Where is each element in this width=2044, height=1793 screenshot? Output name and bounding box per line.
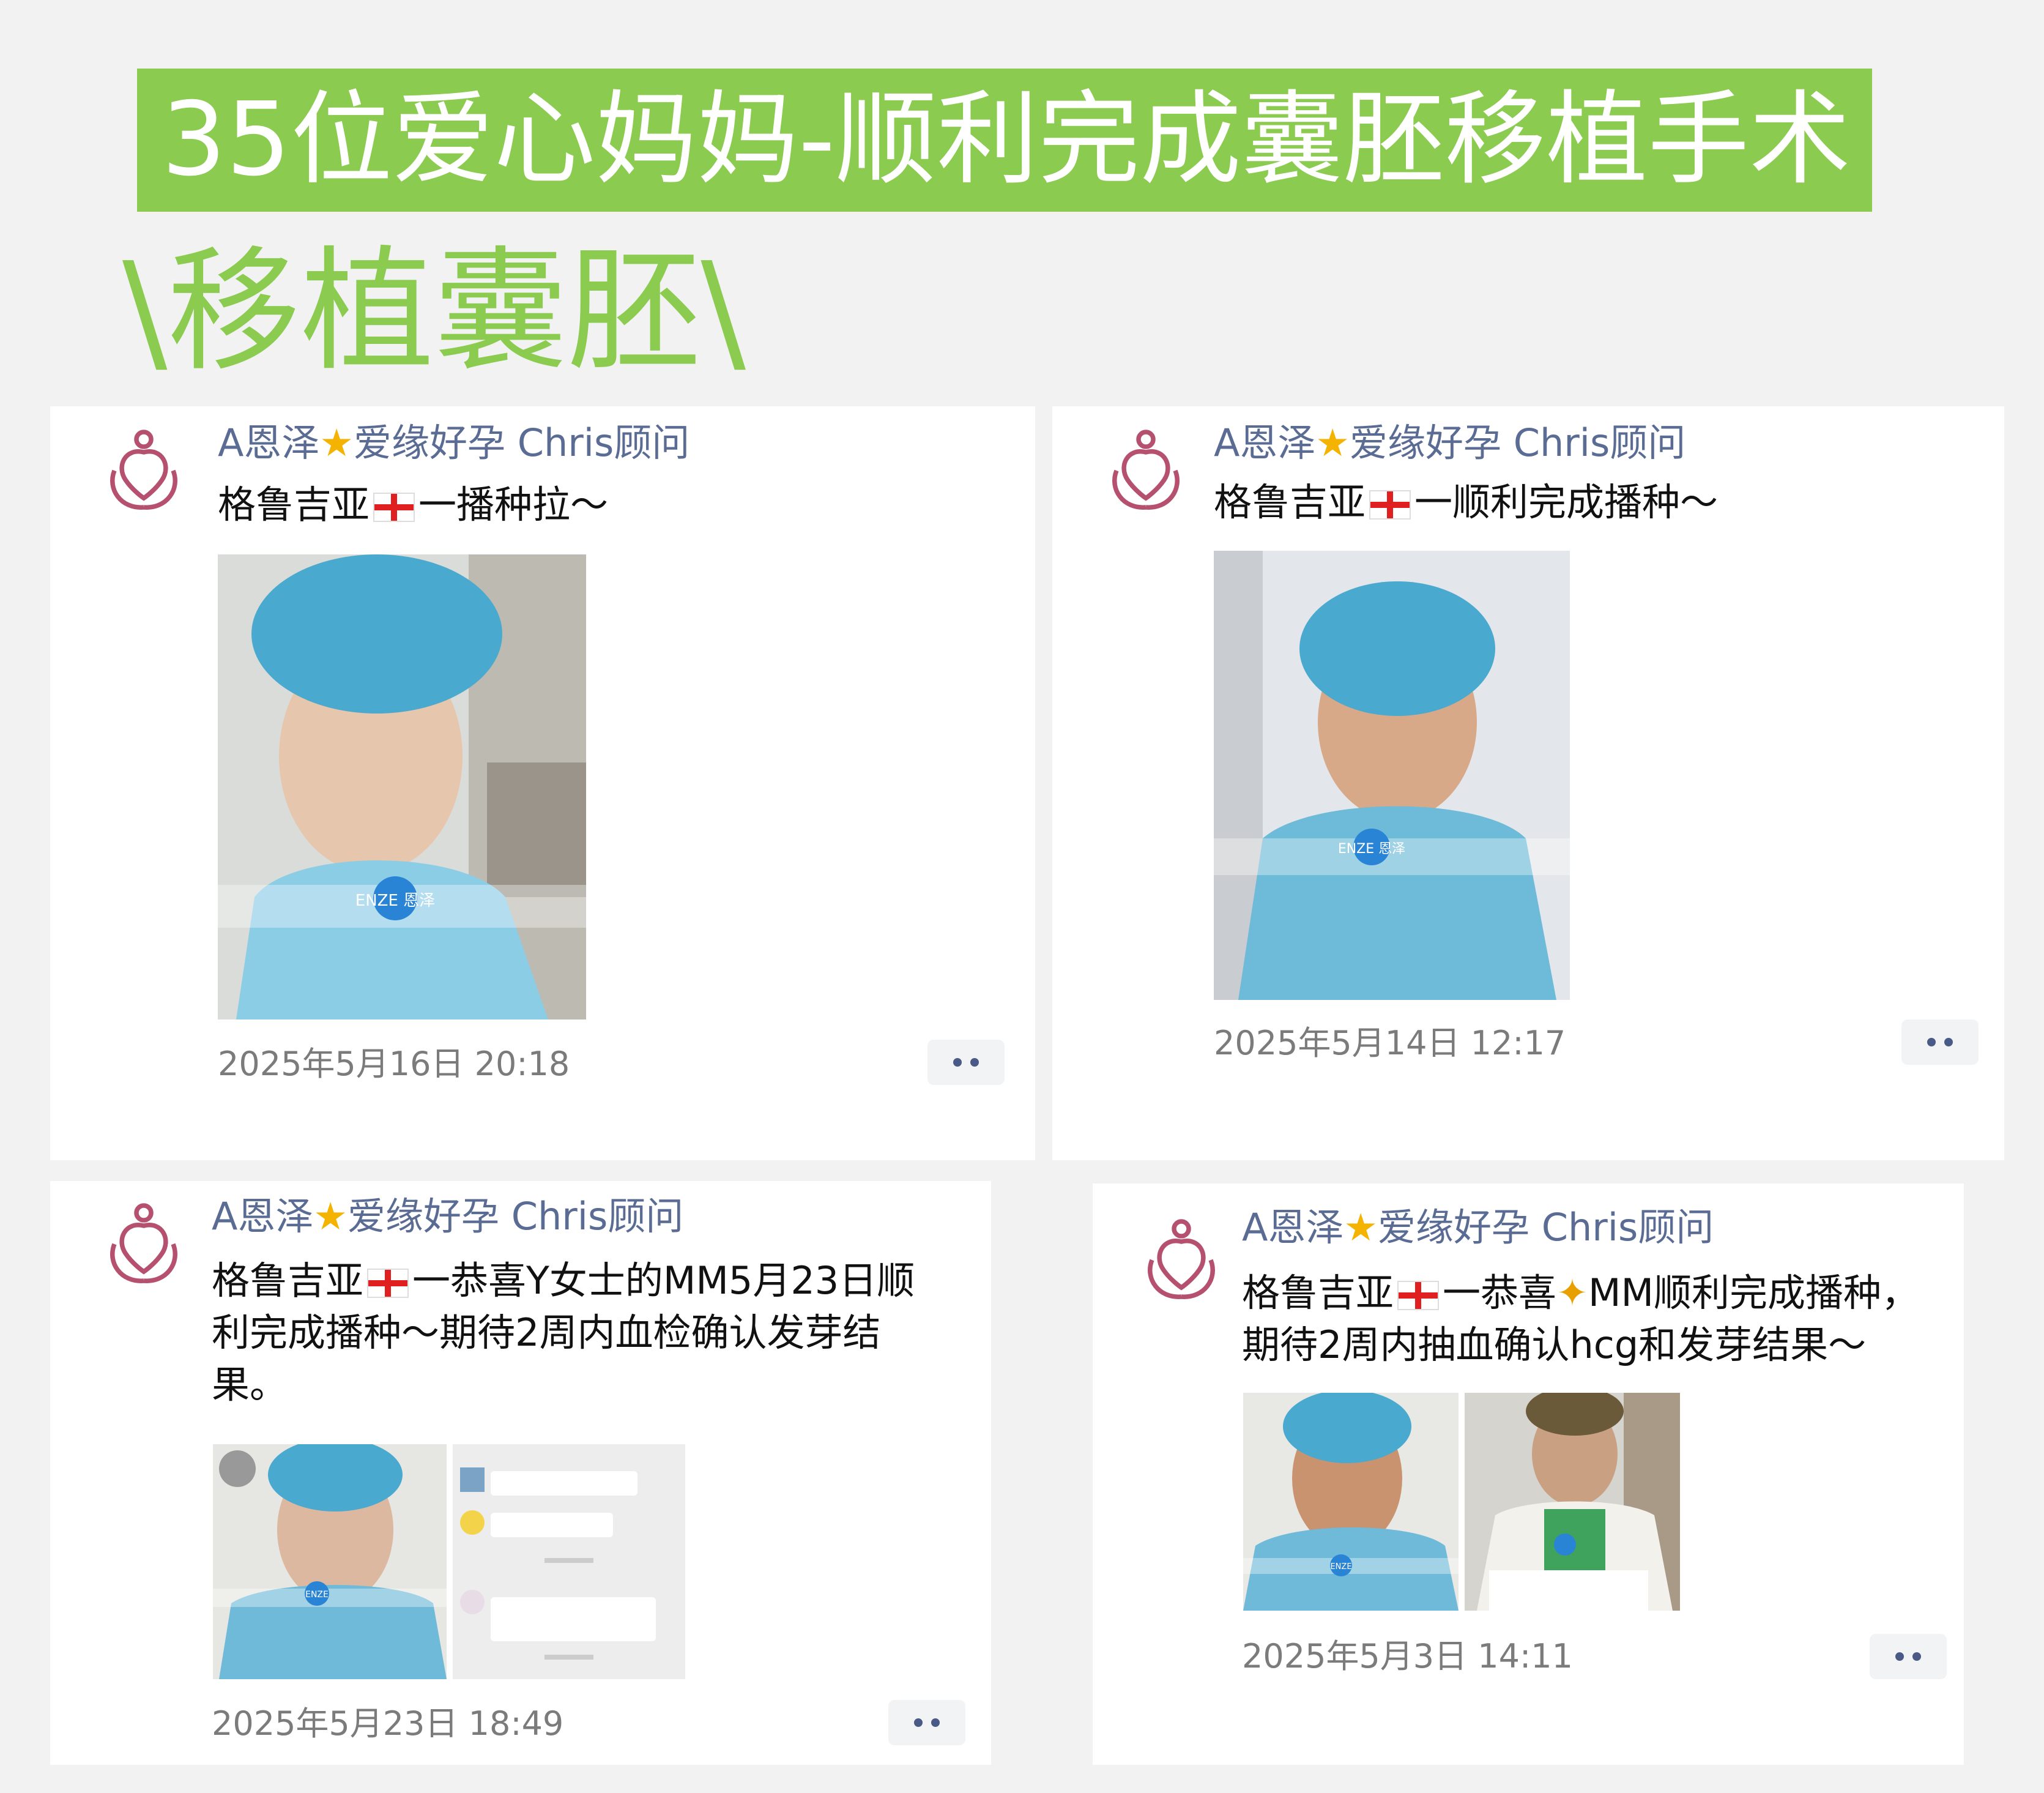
- section-heading: \移植囊胚\: [122, 234, 746, 389]
- star-icon: ★: [313, 1194, 348, 1239]
- moment-card: A恩泽★爱缘好孕 Chris顾问 格鲁吉亚 一恭喜Y女士的MM5月23日顺利完成播…: [50, 1181, 991, 1765]
- post-text-body: 一播种拉～: [418, 482, 609, 527]
- author-prefix: A恩泽: [218, 420, 320, 465]
- more-options-button[interactable]: [1901, 1020, 1979, 1065]
- post-timestamp: 2025年5月14日 12:17: [1214, 1024, 1566, 1062]
- author-name[interactable]: A恩泽★爱缘好孕 Chris顾问: [1242, 1203, 1714, 1252]
- post-text-country: 格鲁吉亚: [1242, 1270, 1394, 1315]
- star-icon: ★: [319, 420, 354, 465]
- author-prefix: A恩泽: [212, 1194, 314, 1239]
- post-text-country: 格鲁吉亚: [212, 1258, 364, 1303]
- avatar[interactable]: [98, 1198, 190, 1290]
- author-name[interactable]: A恩泽★爱缘好孕 Chris顾问: [212, 1192, 683, 1241]
- watermark-label: ENZE 恩泽: [1338, 841, 1405, 857]
- watermark-label: ENZE 恩泽: [355, 892, 435, 910]
- banner-title: 35位爱心妈妈-顺利完成囊胚移植手术: [137, 69, 1872, 212]
- post-photo[interactable]: ENZE: [213, 1444, 447, 1679]
- georgia-flag-icon: [373, 492, 415, 522]
- post-photo[interactable]: ENZE: [1243, 1393, 1459, 1611]
- post-text-body: 一顺利完成播种～: [1414, 480, 1719, 524]
- post-timestamp: 2025年5月3日 14:11: [1242, 1637, 1573, 1676]
- moment-card: A恩泽★爱缘好孕 Chris顾问 格鲁吉亚 一恭喜✦MM顺利完成播种，期待2周内抽…: [1093, 1184, 1964, 1765]
- author-name[interactable]: A恩泽★爱缘好孕 Chris顾问: [1214, 419, 1685, 468]
- chat-screenshot[interactable]: [453, 1444, 685, 1679]
- moment-card: A恩泽★爱缘好孕 Chris顾问 格鲁吉亚 一顺利完成播种～ ENZE 恩泽 20…: [1052, 406, 2004, 1160]
- post-text: 格鲁吉亚 一恭喜✦MM顺利完成播种，期待2周内抽血确认hcg和发芽结果～: [1242, 1267, 1946, 1371]
- star-icon: ★: [1343, 1205, 1378, 1250]
- post-text: 格鲁吉亚 一恭喜Y女士的MM5月23日顺利完成播种～期待2周内血检确认发芽结果。: [212, 1254, 952, 1411]
- post-text: 格鲁吉亚 一顺利完成播种～: [1214, 476, 1972, 528]
- moment-card: A恩泽★爱缘好孕 Chris顾问 格鲁吉亚 一播种拉～ ENZE 恩泽 2025年…: [50, 406, 1035, 1160]
- party-popper-icon: ✦: [1556, 1270, 1588, 1315]
- author-name[interactable]: A恩泽★爱缘好孕 Chris顾问: [218, 419, 689, 468]
- watermark-label: ENZE: [305, 1590, 329, 1600]
- avatar[interactable]: [98, 425, 190, 516]
- more-options-button[interactable]: [1870, 1634, 1947, 1679]
- author-suffix: 爱缘好孕 Chris顾问: [347, 1194, 684, 1239]
- post-timestamp: 2025年5月16日 20:18: [218, 1045, 570, 1083]
- georgia-flag-icon: [1397, 1280, 1440, 1310]
- author-suffix: 爱缘好孕 Chris顾问: [1378, 1205, 1714, 1250]
- georgia-flag-icon: [1369, 490, 1411, 520]
- more-options-button[interactable]: [888, 1700, 965, 1745]
- watermark-label: ENZE: [1330, 1562, 1351, 1571]
- author-suffix: 爱缘好孕 Chris顾问: [1350, 420, 1686, 465]
- post-text: 格鲁吉亚 一播种拉～: [218, 479, 1001, 531]
- author-prefix: A恩泽: [1214, 420, 1316, 465]
- more-options-button[interactable]: [927, 1040, 1005, 1085]
- author-suffix: 爱缘好孕 Chris顾问: [354, 420, 690, 465]
- post-photo[interactable]: [1465, 1393, 1680, 1611]
- post-photo[interactable]: ENZE 恩泽: [1214, 551, 1570, 1000]
- post-timestamp: 2025年5月23日 18:49: [212, 1704, 564, 1743]
- post-photo[interactable]: ENZE 恩泽: [218, 554, 586, 1020]
- avatar[interactable]: [1135, 1214, 1227, 1306]
- star-icon: ★: [1315, 420, 1350, 465]
- avatar[interactable]: [1100, 425, 1192, 516]
- post-text-congrats: 一恭喜: [1443, 1270, 1557, 1315]
- post-text-country: 格鲁吉亚: [1214, 480, 1366, 524]
- author-prefix: A恩泽: [1242, 1205, 1344, 1250]
- post-text-country: 格鲁吉亚: [218, 482, 370, 527]
- georgia-flag-icon: [367, 1268, 409, 1298]
